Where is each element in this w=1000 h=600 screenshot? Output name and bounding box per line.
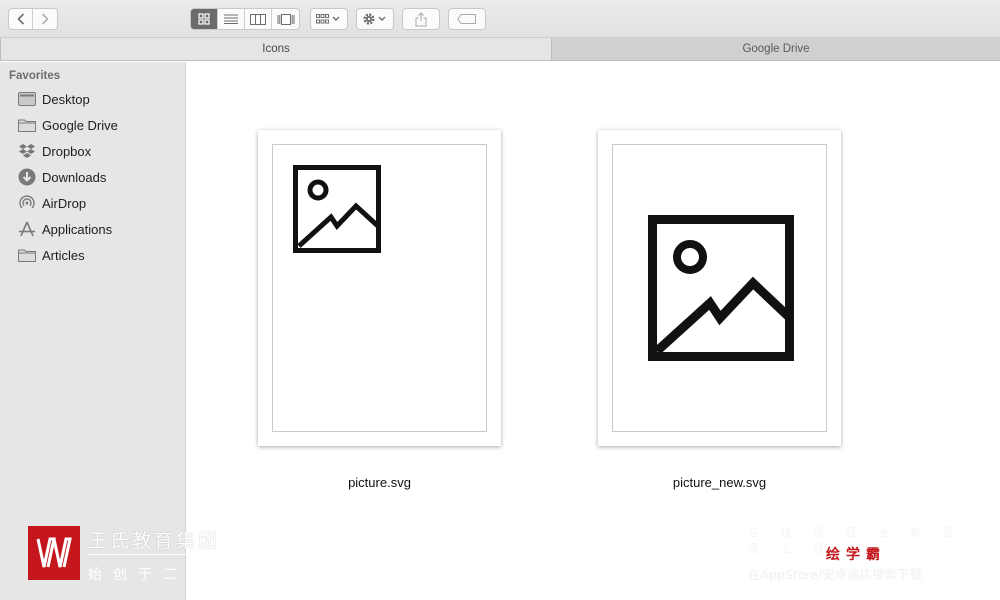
- folder-icon: [17, 115, 37, 135]
- sidebar-item-articles[interactable]: Articles: [17, 244, 85, 266]
- back-button[interactable]: [9, 9, 34, 29]
- forward-button[interactable]: [33, 9, 57, 29]
- brand-logo-icon: [36, 537, 72, 568]
- sidebar-item-label: AirDrop: [42, 195, 87, 211]
- brand-slogan: 始创于二零零二年: [88, 567, 288, 583]
- brand-suffix: (江人为本): [250, 537, 304, 548]
- nav-buttons: [8, 8, 58, 30]
- file-item[interactable]: picture.svg: [258, 130, 501, 500]
- desktop-icon: [17, 89, 37, 109]
- watermark-line-3: 在AppStore/安卓商店搜索下载: [748, 567, 923, 582]
- sidebar-item-dropbox[interactable]: Dropbox: [17, 140, 91, 162]
- brand-divider: [88, 554, 304, 555]
- gear-icon: [363, 13, 386, 25]
- watermark-brand: 王氏教育集团 (江人为本) 始创于二零零二年: [28, 526, 318, 586]
- image-placeholder-icon: [293, 165, 381, 253]
- chevron-right-icon: [41, 13, 49, 25]
- list-view-button[interactable]: [218, 9, 245, 29]
- sidebar-item-desktop[interactable]: Desktop: [17, 88, 90, 110]
- view-mode-control: [190, 8, 300, 30]
- tab-google-drive[interactable]: Google Drive: [552, 38, 1000, 60]
- sidebar-item-label: Dropbox: [42, 143, 92, 159]
- chevron-left-icon: [16, 13, 24, 25]
- downloads-icon: [17, 167, 37, 187]
- brand-logo: [28, 526, 80, 580]
- applications-icon: [17, 219, 37, 239]
- share-button[interactable]: [402, 8, 440, 30]
- sidebar-item-label: Google Drive: [42, 117, 118, 133]
- icon-view-button[interactable]: [191, 9, 218, 29]
- sidebar-item-label: Desktop: [42, 91, 90, 107]
- gallery-view-button[interactable]: [272, 9, 299, 29]
- tab-bar: Icons Google Drive: [0, 38, 1000, 61]
- image-placeholder-icon: [648, 215, 794, 361]
- share-icon: [415, 11, 427, 26]
- tag-icon: [457, 14, 476, 24]
- sidebar: Favorites Desktop Google Drive Dropbox D…: [0, 62, 186, 600]
- folder-icon: [17, 245, 37, 265]
- watermark-app: 在 线 课 程 全 新 登 场 上 线 绘学霸 在AppStore/安卓商店搜索…: [748, 524, 978, 584]
- file-item[interactable]: picture_new.svg: [598, 130, 841, 500]
- file-name: picture.svg: [348, 475, 411, 490]
- tab-label: Google Drive: [742, 43, 810, 55]
- arrange-icon: [316, 14, 340, 24]
- column-view-button[interactable]: [245, 9, 272, 29]
- file-name: picture_new.svg: [672, 475, 767, 490]
- sidebar-item-airdrop[interactable]: AirDrop: [17, 192, 86, 214]
- action-button[interactable]: [356, 8, 394, 30]
- arrange-button[interactable]: [310, 8, 348, 30]
- tags-button[interactable]: [448, 8, 486, 30]
- sidebar-item-label: Applications: [42, 221, 113, 237]
- tab-icons[interactable]: Icons: [0, 38, 552, 60]
- gallery-view-icon: [277, 13, 294, 25]
- brand-title: 王氏教育集团: [88, 530, 221, 552]
- sidebar-item-applications[interactable]: Applications: [17, 218, 112, 240]
- dropbox-icon: [17, 141, 37, 161]
- column-view-icon: [250, 13, 266, 25]
- airdrop-icon: [17, 193, 37, 213]
- file-thumbnail[interactable]: [258, 130, 501, 446]
- file-thumbnail[interactable]: [598, 130, 841, 446]
- sidebar-item-downloads[interactable]: Downloads: [17, 166, 106, 188]
- list-view-icon: [224, 14, 238, 24]
- sidebar-item-google-drive[interactable]: Google Drive: [17, 114, 118, 136]
- window-toolbar: [0, 0, 1000, 38]
- sidebar-item-label: Articles: [42, 247, 85, 263]
- watermark-app-brand: 绘学霸: [826, 547, 886, 563]
- sidebar-heading: Favorites: [9, 70, 61, 82]
- tab-label: Icons: [262, 43, 290, 55]
- icon-view-icon: [198, 13, 210, 25]
- file-browser-content: picture.svg picture_new.svg: [187, 62, 1000, 600]
- sidebar-item-label: Downloads: [42, 169, 107, 185]
